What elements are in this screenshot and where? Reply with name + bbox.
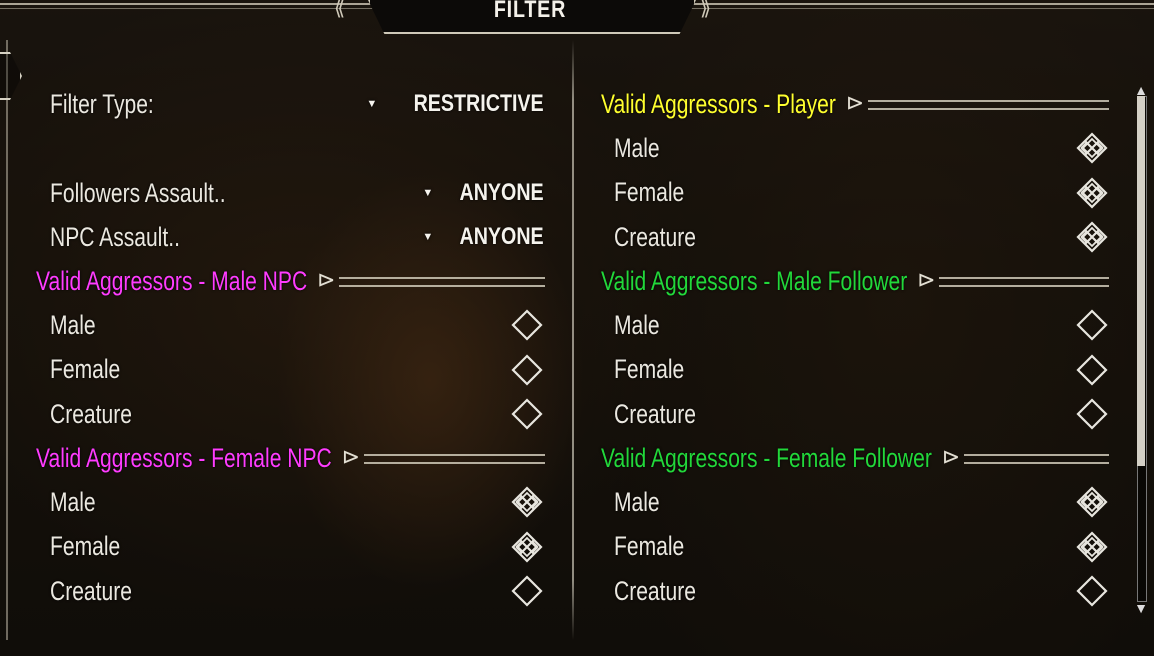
option-label: Male	[614, 486, 660, 517]
diamond-unchecked-icon[interactable]	[510, 397, 544, 431]
option-label: Female	[50, 531, 121, 561]
knot-checked-icon[interactable]	[1075, 131, 1109, 165]
option-label: Male	[614, 309, 660, 340]
option-row[interactable]: Female	[614, 350, 1109, 390]
title-ornament-right-icon: ⟫	[700, 0, 712, 20]
diamond-unchecked-icon[interactable]	[1075, 308, 1109, 342]
option-row[interactable]: Male	[50, 305, 544, 345]
option-label: Female	[614, 354, 685, 384]
option-label: Male	[50, 309, 96, 340]
option-row[interactable]: Male	[614, 128, 1109, 168]
option-label: Creature	[614, 575, 696, 606]
setting-label: Filter Type:	[50, 88, 154, 119]
triangle-down-icon: ▼	[422, 231, 434, 243]
section-rule	[939, 277, 1109, 287]
option-label: Female	[614, 177, 685, 207]
option-row[interactable]: Female	[50, 527, 544, 567]
option-row[interactable]: Creature	[614, 217, 1109, 257]
section-rule	[867, 100, 1109, 110]
section-arrow-icon: ⊳	[845, 90, 865, 115]
option-row[interactable]: Male	[614, 305, 1109, 345]
option-label: Female	[614, 531, 685, 561]
section-arrow-icon: ⊳	[341, 444, 361, 469]
setting-value-dropdown[interactable]: ▼ ANYONE	[422, 173, 544, 213]
triangle-down-icon: ▼	[422, 187, 434, 199]
option-label: Male	[50, 486, 96, 517]
scroll-thumb[interactable]	[1137, 96, 1145, 466]
title-ornament-left-icon: ⟪	[334, 0, 346, 20]
option-label: Female	[50, 354, 121, 384]
diamond-unchecked-icon[interactable]	[1075, 397, 1109, 431]
setting-npc-assault[interactable]: NPC Assault.. ▼ ANYONE	[50, 217, 544, 257]
section-header-label: Valid Aggressors - Female Follower	[601, 442, 932, 473]
setting-label: Followers Assault..	[50, 177, 226, 208]
diamond-unchecked-icon[interactable]	[1075, 574, 1109, 608]
option-label: Creature	[614, 398, 696, 429]
section-header-label: Valid Aggressors - Player	[601, 88, 836, 119]
option-row[interactable]: Creature	[50, 571, 544, 611]
option-row[interactable]: Creature	[50, 394, 544, 434]
column-divider	[572, 40, 574, 640]
knot-checked-icon[interactable]	[1075, 530, 1109, 564]
diamond-unchecked-icon[interactable]	[1075, 353, 1109, 387]
knot-checked-icon[interactable]	[1075, 220, 1109, 254]
scrollbar[interactable]: ▲ ▼	[1133, 82, 1149, 616]
knot-checked-icon[interactable]	[1075, 176, 1109, 210]
scroll-down-icon[interactable]: ▼	[1133, 600, 1149, 616]
option-row[interactable]: Male	[50, 482, 544, 522]
option-row[interactable]: Female	[614, 173, 1109, 213]
option-row[interactable]: Male	[614, 482, 1109, 522]
setting-label: NPC Assault..	[50, 221, 180, 252]
diamond-unchecked-icon[interactable]	[510, 353, 544, 387]
section-arrow-icon: ⊳	[317, 267, 336, 292]
option-row[interactable]: Female	[50, 350, 544, 390]
knot-checked-icon[interactable]	[510, 485, 544, 519]
option-label: Creature	[50, 575, 132, 606]
section-arrow-icon: ⊳	[941, 444, 961, 469]
option-label: Male	[614, 132, 660, 163]
setting-followers-assault[interactable]: Followers Assault.. ▼ ANYONE	[50, 173, 544, 213]
setting-value-dropdown[interactable]: ▼ RESTRICTIVE	[366, 84, 544, 124]
option-row[interactable]: Female	[614, 527, 1109, 567]
section-rule	[339, 277, 545, 287]
option-label: Creature	[50, 398, 132, 429]
option-label: Creature	[614, 221, 696, 252]
page-title: FILTER	[493, 0, 567, 23]
left-frame	[0, 40, 8, 640]
diamond-unchecked-icon[interactable]	[510, 308, 544, 342]
knot-checked-icon[interactable]	[510, 530, 544, 564]
section-header-label: Valid Aggressors - Male NPC	[36, 265, 308, 296]
section-rule	[363, 454, 545, 464]
setting-filter-type[interactable]: Filter Type: ▼ RESTRICTIVE	[50, 84, 544, 124]
option-row[interactable]: Creature	[614, 394, 1109, 434]
section-header-label: Valid Aggressors - Female NPC	[36, 442, 332, 473]
section-arrow-icon: ⊳	[917, 267, 936, 292]
diamond-unchecked-icon[interactable]	[510, 574, 544, 608]
knot-checked-icon[interactable]	[1075, 485, 1109, 519]
setting-value-dropdown[interactable]: ▼ ANYONE	[422, 217, 544, 257]
section-rule	[963, 454, 1109, 464]
section-header: Valid Aggressors - Female Follower	[601, 438, 1025, 478]
triangle-down-icon: ▼	[366, 98, 378, 110]
option-row[interactable]: Creature	[614, 571, 1109, 611]
section-header-label: Valid Aggressors - Male Follower	[601, 265, 908, 296]
